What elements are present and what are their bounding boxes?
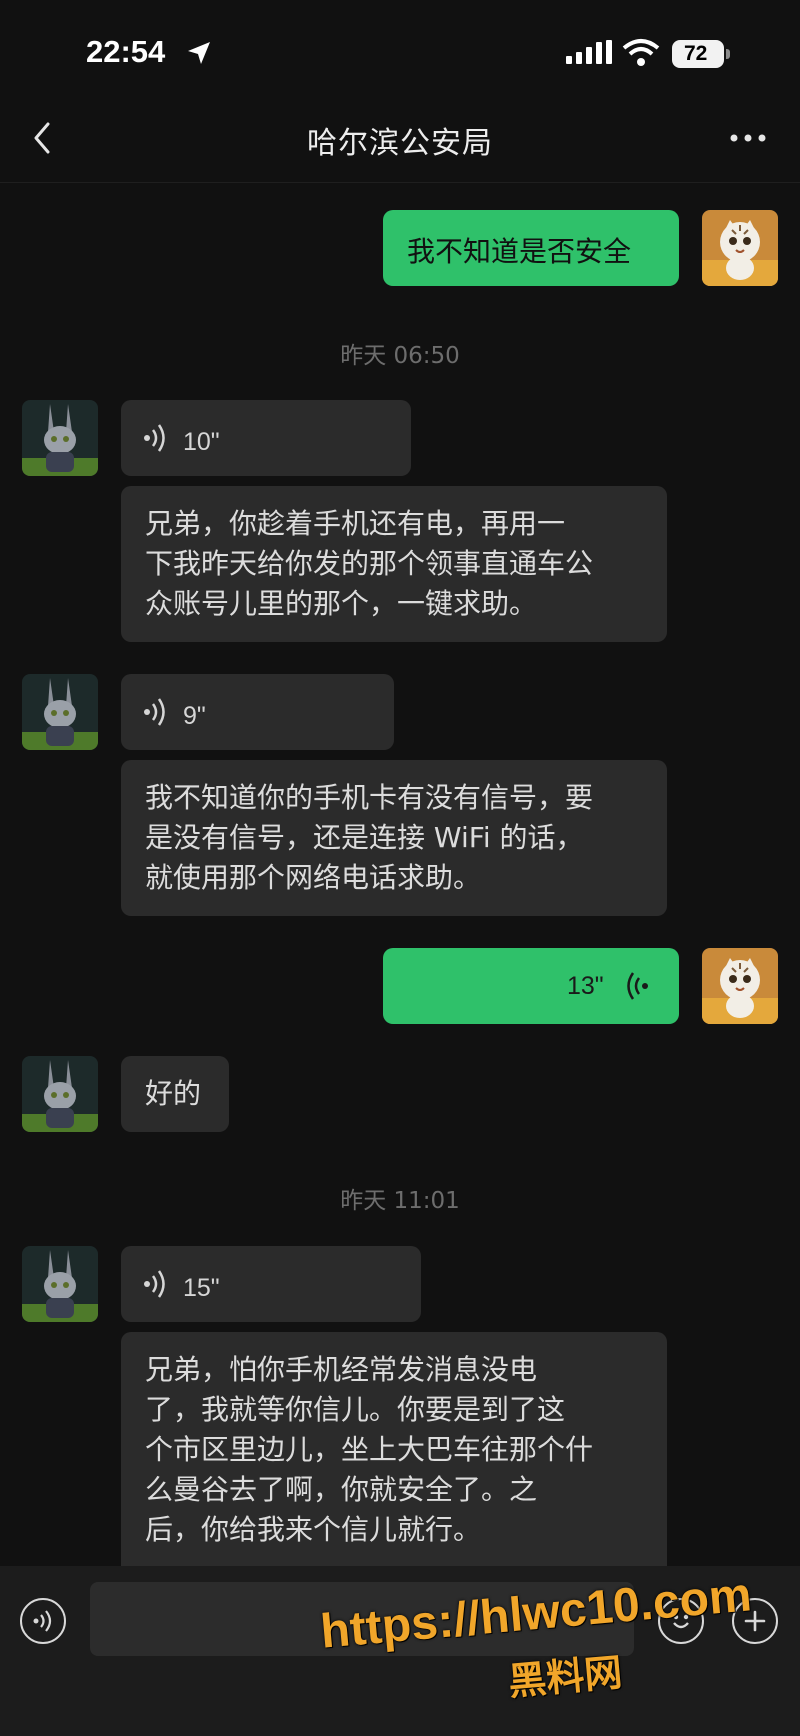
tiger-avatar-icon <box>702 948 778 1024</box>
voice-wave-icon <box>144 1270 165 1298</box>
message-line: 兄弟，你趁着手机还有电，再用一 <box>145 507 566 540</box>
wifi-icon <box>622 39 660 66</box>
location-arrow-icon <box>188 42 210 64</box>
voice-duration: 10" <box>183 428 220 456</box>
voice-message-bubble[interactable]: 9" <box>121 674 394 750</box>
voice-wave-icon <box>627 972 648 1000</box>
chat-title: 哈尔滨公安局 <box>307 126 493 161</box>
voice-message-bubble[interactable]: 10" <box>121 400 411 476</box>
message-line: 兄弟，怕你手机经常发消息没电 <box>145 1353 538 1386</box>
voice-mode-button[interactable] <box>20 1598 66 1644</box>
voice-duration: 15" <box>183 1274 220 1302</box>
voice-wave-icon <box>144 698 165 726</box>
voice-duration: 13" <box>567 972 604 1000</box>
chat-header: 哈尔滨公安局 <box>0 96 800 183</box>
contact-avatar[interactable] <box>22 674 98 750</box>
message-text: 好的 <box>145 1077 202 1110</box>
voice-message-bubble[interactable]: 15" <box>121 1246 421 1322</box>
signal-icon <box>566 40 612 64</box>
my-avatar[interactable] <box>702 948 778 1024</box>
voice-message-bubble[interactable]: 13" <box>383 948 679 1024</box>
battery-indicator: 72 <box>672 40 724 68</box>
status-bar: 22:54 72 <box>0 0 800 96</box>
bunny-avatar-icon <box>22 674 98 750</box>
contact-avatar[interactable] <box>22 1056 98 1132</box>
message-line: 就使用那个网络电话求助。 <box>145 861 482 894</box>
message-line: 我不知道你的手机卡有没有信号，要 <box>145 781 594 814</box>
voice-duration: 9" <box>183 702 206 730</box>
voice-wave-icon <box>144 424 165 452</box>
message-line: 个市区里边儿，坐上大巴车往那个什 <box>145 1433 594 1466</box>
message-bubble[interactable]: 我不知道是否安全 <box>383 210 679 286</box>
message-line: 下我昨天给你发的那个领事直通车公 <box>145 547 594 580</box>
my-avatar[interactable] <box>702 210 778 286</box>
message-bubble[interactable]: 兄弟，怕你手机经常发消息没电 了，我就等你信儿。你要是到了这 个市区里边儿，坐上… <box>121 1332 667 1582</box>
message-text: 我不知道是否安全 <box>407 235 632 268</box>
contact-avatar[interactable] <box>22 400 98 476</box>
more-icon[interactable] <box>728 126 768 150</box>
contact-avatar[interactable] <box>22 1246 98 1322</box>
message-line: 么曼谷去了啊，你就安全了。之 <box>145 1473 538 1506</box>
message-line: 后，你给我来个信儿就行。 <box>145 1513 482 1546</box>
message-line: 众账号儿里的那个，一键求助。 <box>145 587 538 620</box>
voice-mode-icon <box>33 1610 52 1632</box>
bunny-avatar-icon <box>22 1246 98 1322</box>
message-line: 是没有信号，还是连接 WiFi 的话， <box>145 821 584 854</box>
timestamp: 昨天 11:01 <box>340 1188 460 1214</box>
message-bubble[interactable]: 兄弟，你趁着手机还有电，再用一 下我昨天给你发的那个领事直通车公 众账号儿里的那… <box>121 486 667 642</box>
timestamp: 昨天 06:50 <box>340 343 460 369</box>
status-time: 22:54 <box>86 34 166 69</box>
watermark-name: 黑料网 <box>506 1650 625 1704</box>
battery-cap <box>726 49 730 59</box>
tiger-avatar-icon <box>702 210 778 286</box>
bunny-avatar-icon <box>22 1056 98 1132</box>
message-bubble[interactable]: 我不知道你的手机卡有没有信号，要 是没有信号，还是连接 WiFi 的话， 就使用… <box>121 760 667 916</box>
bunny-avatar-icon <box>22 400 98 476</box>
message-line: 了，我就等你信儿。你要是到了这 <box>145 1393 566 1426</box>
message-bubble[interactable]: 好的 <box>121 1056 229 1132</box>
